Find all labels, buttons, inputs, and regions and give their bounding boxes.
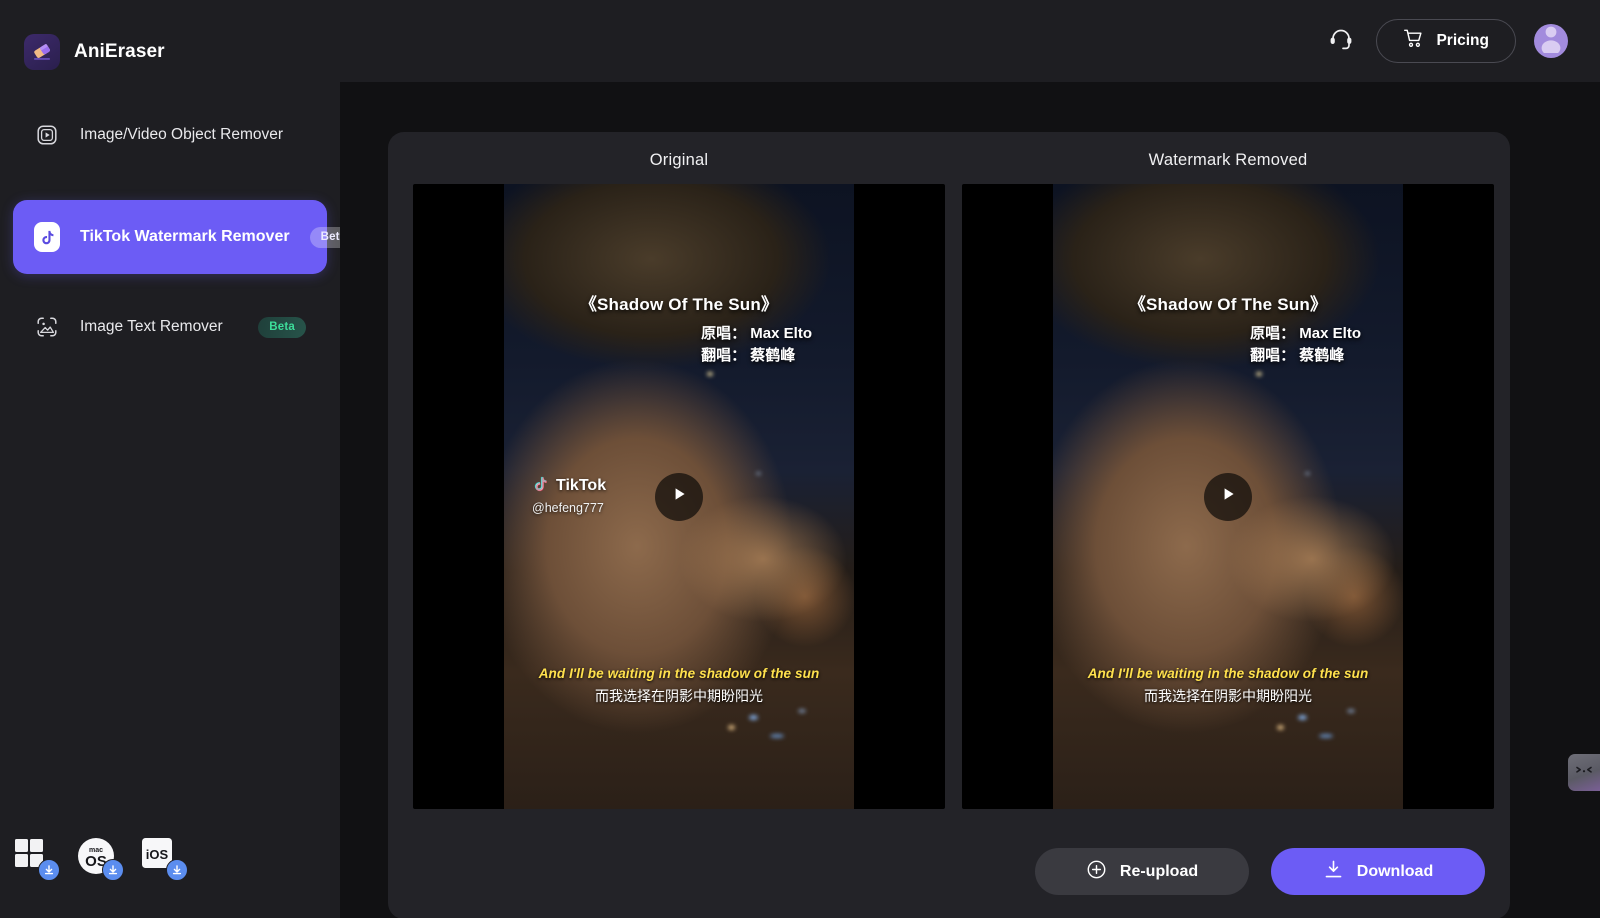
content-stage: Original 《Shadow Of The Sun》 原唱： Max Elt…	[340, 82, 1600, 918]
credit-original: 原唱： Max Elto	[1250, 325, 1361, 343]
video-subtitles: And I'll be waiting in the shadow of the…	[518, 665, 840, 706]
main-area: Pricing Original 《Shadow Of The Sun》 原唱：…	[340, 0, 1600, 918]
sidebar-item-image-video-object-remover[interactable]: Image/Video Object Remover	[13, 112, 327, 158]
cart-icon	[1403, 28, 1424, 54]
scene-light	[1256, 371, 1262, 376]
scene-light	[1319, 734, 1333, 738]
scene-light	[1347, 709, 1355, 713]
status-badge: Beta	[258, 316, 306, 338]
plus-circle-icon	[1086, 859, 1107, 885]
tiktok-icon	[34, 222, 60, 252]
app-root: AniEraser Image/Video Object Remover Tik…	[0, 0, 1600, 918]
image-text-icon	[34, 314, 60, 340]
scene-light	[707, 371, 713, 376]
scene-light	[1277, 724, 1284, 730]
play-icon	[1218, 484, 1238, 509]
headset-icon	[1328, 26, 1354, 57]
sidebar-item-label: TikTok Watermark Remover	[80, 228, 290, 245]
re-upload-label: Re-upload	[1119, 862, 1199, 880]
column-title: Watermark Removed	[1148, 151, 1308, 169]
feedback-face-icon	[1574, 764, 1594, 781]
action-buttons: Re-upload Download	[1035, 848, 1485, 895]
play-button[interactable]	[655, 472, 703, 521]
credit-original: 原唱： Max Elto	[701, 325, 812, 343]
avatar[interactable]	[1534, 24, 1568, 58]
sidebar-item-label: Image/Video Object Remover	[80, 126, 284, 143]
download-label: Download	[1356, 862, 1434, 880]
pricing-label: Pricing	[1436, 32, 1489, 49]
feedback-tab[interactable]	[1568, 754, 1600, 791]
scene-light	[756, 471, 761, 475]
sidebar-item-image-text-remover[interactable]: Image Text Remover Beta	[13, 304, 327, 350]
svg-text:iOS: iOS	[146, 847, 169, 862]
pricing-button[interactable]: Pricing	[1376, 19, 1516, 63]
comparison-grid: Original 《Shadow Of The Sun》 原唱： Max Elt…	[388, 132, 1510, 809]
play-icon	[669, 484, 689, 509]
brand-name: AniEraser	[74, 41, 165, 62]
scene-light	[1305, 471, 1310, 475]
video-subtitles: And I'll be waiting in the shadow of the…	[1067, 665, 1389, 706]
sidebar: AniEraser Image/Video Object Remover Tik…	[0, 0, 358, 918]
video-title-overlay: 《Shadow Of The Sun》	[1128, 295, 1328, 315]
subtitle-english: And I'll be waiting in the shadow of the…	[538, 665, 820, 681]
download-arrow-icon	[102, 859, 124, 881]
video-player-original[interactable]: 《Shadow Of The Sun》 原唱： Max Elto 翻唱： 蔡鹤峰	[413, 184, 945, 809]
scene-light	[728, 724, 735, 730]
tiktok-note-icon	[532, 475, 549, 498]
watermark-brand: TikTok	[556, 477, 607, 495]
os-download-badges: mac OS iOS	[12, 836, 188, 881]
credit-cover: 翻唱： 蔡鹤峰	[1250, 347, 1345, 365]
play-button[interactable]	[1204, 472, 1252, 521]
comparison-card: Original 《Shadow Of The Sun》 原唱： Max Elt…	[388, 132, 1510, 918]
credit-cover: 翻唱： 蔡鹤峰	[701, 347, 796, 365]
support-button[interactable]	[1324, 24, 1358, 58]
download-button[interactable]: Download	[1271, 848, 1485, 895]
column-watermark-removed: Watermark Removed 《Shadow Of The Sun》 原唱…	[962, 151, 1494, 809]
subtitle-chinese: 而我选择在阴影中期盼阳光	[1144, 687, 1312, 704]
column-title: Original	[649, 151, 709, 169]
sidebar-item-tiktok-watermark-remover[interactable]: TikTok Watermark Remover Beta	[13, 200, 358, 274]
download-arrow-icon	[166, 859, 188, 881]
download-icon	[1323, 859, 1344, 885]
download-arrow-icon	[38, 859, 60, 881]
watermark-username: @hefeng777	[532, 500, 604, 515]
re-upload-button[interactable]: Re-upload	[1035, 848, 1249, 895]
subtitle-english: And I'll be waiting in the shadow of the…	[1087, 665, 1369, 681]
column-original: Original 《Shadow Of The Sun》 原唱： Max Elt…	[413, 151, 945, 809]
eraser-icon	[24, 34, 60, 70]
user-avatar-icon	[1534, 24, 1568, 58]
subtitle-chinese: 而我选择在阴影中期盼阳光	[595, 687, 763, 704]
ios-download-badge[interactable]: iOS	[140, 836, 188, 881]
play-square-icon	[34, 122, 60, 148]
tiktok-watermark: TikTok @hefeng777	[532, 475, 606, 515]
video-credits: 原唱： Max Elto 翻唱： 蔡鹤峰	[1250, 323, 1361, 367]
sidebar-item-label: Image Text Remover	[80, 318, 223, 335]
top-header: Pricing	[340, 0, 1600, 82]
sidebar-nav: Image/Video Object Remover TikTok Waterm…	[0, 112, 358, 350]
macos-download-badge[interactable]: mac OS	[76, 836, 124, 881]
video-player-processed[interactable]: 《Shadow Of The Sun》 原唱： Max Elto 翻唱： 蔡鹤峰…	[962, 184, 1494, 809]
brand[interactable]: AniEraser	[0, 0, 340, 82]
scene-light	[770, 734, 784, 738]
video-credits: 原唱： Max Elto 翻唱： 蔡鹤峰	[701, 323, 812, 367]
video-title-overlay: 《Shadow Of The Sun》	[579, 295, 779, 315]
scene-light	[798, 709, 806, 713]
windows-download-badge[interactable]	[12, 836, 60, 881]
